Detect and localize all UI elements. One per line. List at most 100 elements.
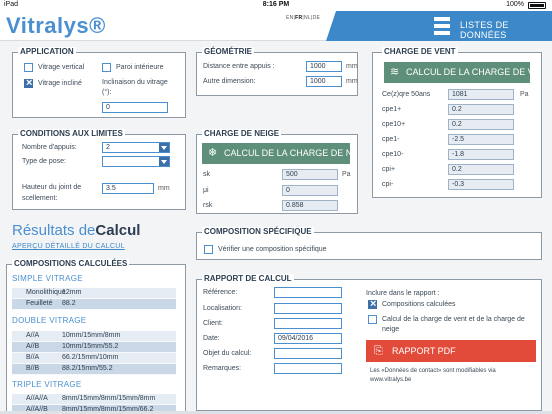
composition-type: Feuilleté [26,300,53,307]
wind-row-value: -2.5 [448,134,514,145]
inclined-glazing-checkbox[interactable] [24,77,33,89]
object-input[interactable] [274,348,342,359]
inclination-unit-label: (°): [102,89,112,96]
snowflake-icon: ❄ [208,147,218,159]
date-input[interactable]: 09/04/2016 [274,333,342,344]
wind-icon: ≋ [390,66,400,78]
joint-height-label-2: scellement: [22,195,58,202]
wind-row-value: 1081 [448,89,514,100]
geometry-title: GÉOMÉTRIE [202,47,255,56]
location-input[interactable] [274,303,342,314]
table-row: Monolithique 12mm [12,288,176,299]
triple-glazing-title: TRIPLE VITRAGE [12,380,82,389]
table-row: A//A 10mm/15mm/8mm [12,331,176,342]
wind-row-label: cpe1+ [382,106,402,113]
wind-load-calc-button[interactable]: ≋ CALCUL DE LA CHARGE DE VENT [384,62,530,83]
table-row: A//B 10mm/15mm/55.2 [12,342,176,353]
composition-value: 88.2/15mm/55.2 [62,365,113,372]
wind-load-calc-label: CALCUL DE LA CHARGE DE VENT [406,67,530,77]
wind-row-label: cpe1- [382,136,400,143]
inclined-glazing-label: Vitrage incliné [38,80,82,87]
distance-label: Distance entre appuis : [203,63,275,70]
specific-composition-title: COMPOSITION SPÉCIFIQUE [202,227,314,236]
snow-load-calc-button[interactable]: ❄ CALCUL DE LA CHARGE DE NEIGE [202,143,350,164]
joint-height-input[interactable]: 3.5 [102,183,154,194]
composition-type: A//A//A [26,395,48,402]
application-title: APPLICATION [18,47,76,56]
report-title: RAPPORT DE CALCUL [202,274,294,283]
include-compositions-checkbox[interactable] [368,298,377,310]
vertical-glazing-label: Vitrage vertical [38,64,85,71]
include-loads-label-2: neige [382,326,400,333]
interior-wall-checkbox[interactable] [102,63,111,72]
wind-row-value: -1.8 [448,149,514,160]
distance-input[interactable]: 1000 [306,61,342,72]
table-row: A//A//A 8mm/15mm/8mm/15mm/8mm [12,394,176,405]
lang-fr[interactable]: FR [295,15,302,21]
inclination-input[interactable]: 0 [102,102,168,113]
supports-label: Nombre d'appuis: [22,144,77,151]
limit-conditions-title: CONDITIONS AUX LIMITES [18,129,125,138]
wind-row-value: 0.2 [448,164,514,175]
reference-input[interactable] [274,287,342,298]
sk-unit: Pa [342,171,351,178]
lang-de[interactable]: DE [313,15,321,21]
double-glazing-table: A//A 10mm/15mm/8mm A//B 10mm/15mm/55.2 B//A 6… [12,331,176,375]
pdf-report-button[interactable]: ⎘ RAPPORT PDF [366,340,536,362]
rsk-label: rsk [203,202,213,209]
data-lists-button[interactable]: LISTES DE DONNÉES [326,11,552,41]
supports-select-value: 2 [106,144,110,151]
composition-value: 10mm/15mm/8mm [62,332,121,339]
composition-type: Monolithique [26,289,66,296]
geometry-panel [196,52,358,96]
inclination-label: Inclinaison du vitrage [102,79,168,86]
wind-load-title: CHARGE DE VENT [382,47,458,56]
compositions-title: COMPOSITIONS CALCULÉES [12,259,130,268]
pose-type-select[interactable] [102,156,170,167]
table-row: B//A 66.2/15mm/10mm [12,353,176,364]
date-label: Date: [203,335,220,342]
battery-percent: 100% [506,1,524,8]
lang-en[interactable]: EN [286,15,294,21]
composition-value: 10mm/15mm/55.2 [62,343,119,350]
sk-label: sk [203,171,210,178]
verify-specific-checkbox[interactable] [204,245,213,254]
composition-type: B//A [26,354,40,361]
snow-load-calc-label: CALCUL DE LA CHARGE DE NEIGE [224,148,350,158]
data-lists-label: LISTES DE DONNÉES [460,20,509,40]
wind-row-unit: Pa [520,91,529,98]
verify-specific-label: Vérifier une composition spécifique [218,246,327,253]
include-loads-checkbox[interactable] [368,315,377,324]
mu-value: 0 [282,185,338,196]
client-label: Client: [203,320,223,327]
include-label: Inclure dans le rapport : [366,290,440,297]
wind-row-label: Ce(z)qre 50ans [382,91,431,98]
lang-nl[interactable]: NL [304,15,311,21]
simple-glazing-table: Monolithique 12mm Feuilleté 88.2 [12,288,176,310]
wind-row-label: cpi- [382,181,394,188]
wind-row-label: cpe10+ [382,121,406,128]
location-label: Localisation: [203,305,242,312]
table-row: B//B 88.2/15mm/55.2 [12,364,176,375]
supports-select[interactable]: 2 [102,142,170,153]
snow-load-title: CHARGE DE NEIGE [202,129,282,138]
simple-glazing-title: SIMPLE VITRAGE [12,274,83,283]
composition-value: 88.2 [62,300,76,307]
battery-icon [528,2,546,9]
composition-value: 8mm/15mm/8mm/15mm/8mm [62,395,156,402]
other-dimension-input[interactable]: 1000 [306,76,342,87]
contact-note-url[interactable]: www.vitralys.be [370,377,411,383]
client-input[interactable] [274,318,342,329]
wind-row-value: 0.2 [448,104,514,115]
app-header: Vitralys® EN|FR|NL|DE LISTES DE DONNÉES [0,11,552,41]
vertical-glazing-checkbox[interactable] [24,63,33,72]
distance-unit: mm [346,63,358,70]
clock: 8:16 PM [262,1,290,8]
double-glazing-title: DOUBLE VITRAGE [12,316,87,325]
detailed-calc-link[interactable]: APERÇU DÉTAILLÉ DU CALCUL [12,243,125,250]
wind-row-label: cpi+ [382,166,396,173]
sk-value: 500 [282,169,338,180]
remarks-input[interactable] [274,363,342,374]
composition-type: B//B [26,365,40,372]
mu-label: μi [203,187,209,194]
